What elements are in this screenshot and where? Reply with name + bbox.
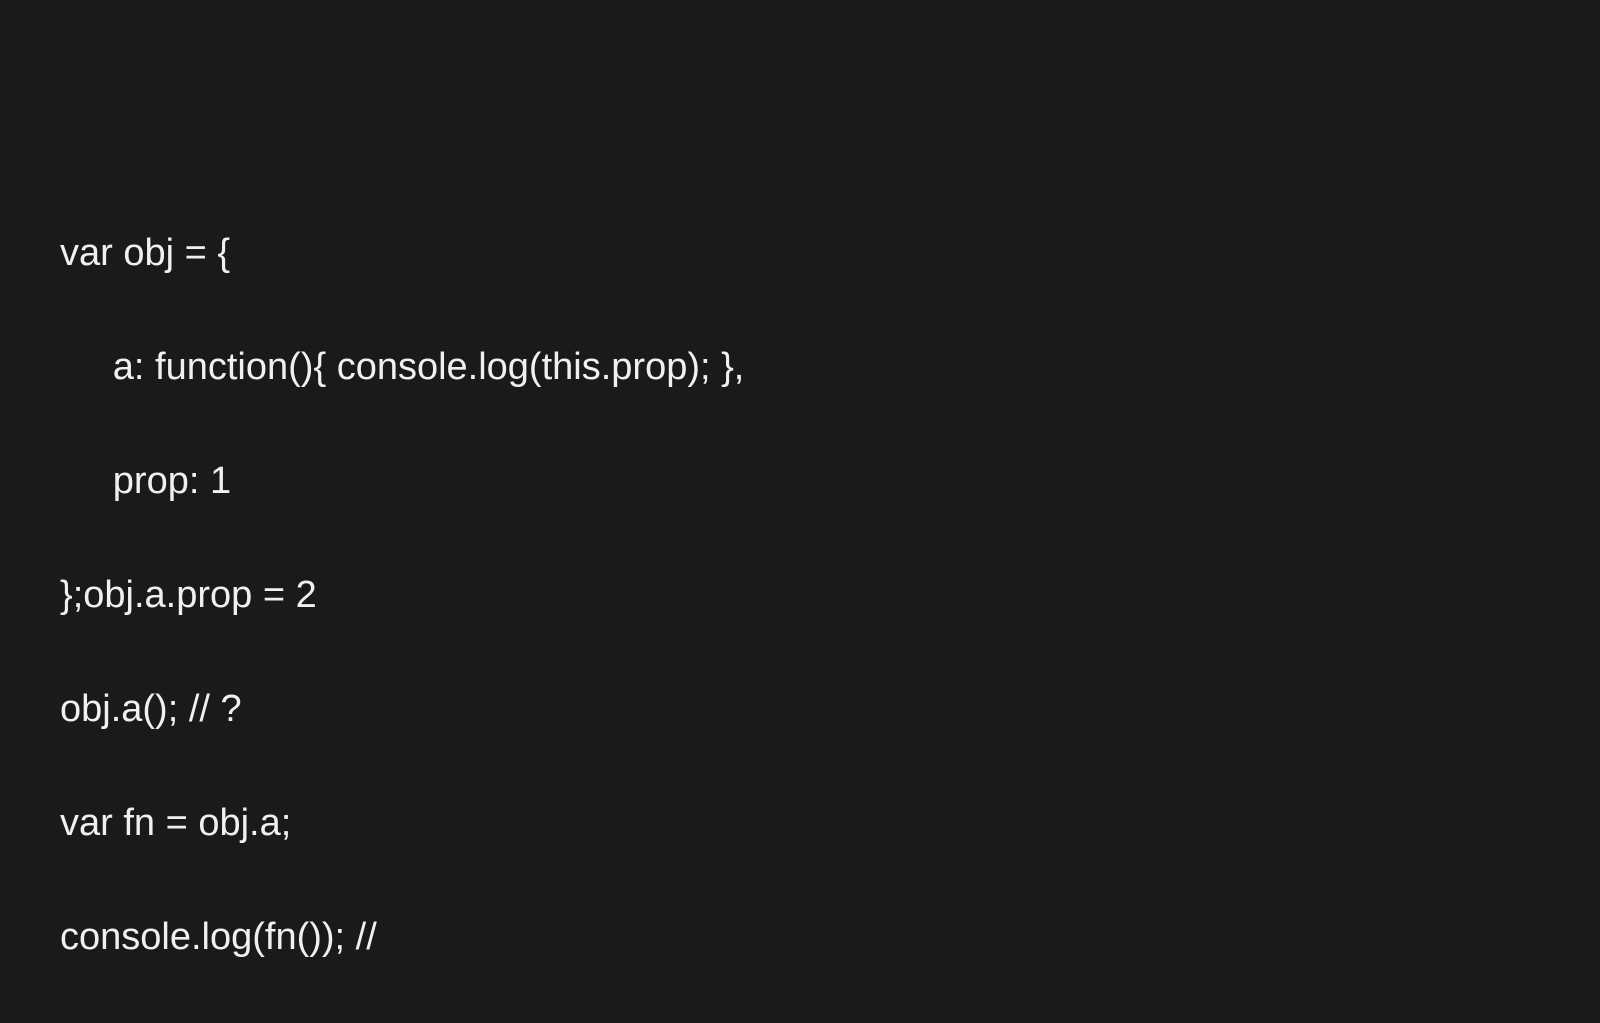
code-line: console.log(fn()); // — [60, 909, 1600, 966]
code-line: obj.a(); // ? — [60, 681, 1600, 738]
code-line: a: function(){ console.log(this.prop); }… — [60, 339, 1600, 396]
code-block: var obj = { a: function(){ console.log(t… — [0, 0, 1600, 1023]
code-line: };obj.a.prop = 2 — [60, 567, 1600, 624]
code-line: var obj = { — [60, 225, 1600, 282]
code-line: prop: 1 — [60, 453, 1600, 510]
code-line: var fn = obj.a; — [60, 795, 1600, 852]
